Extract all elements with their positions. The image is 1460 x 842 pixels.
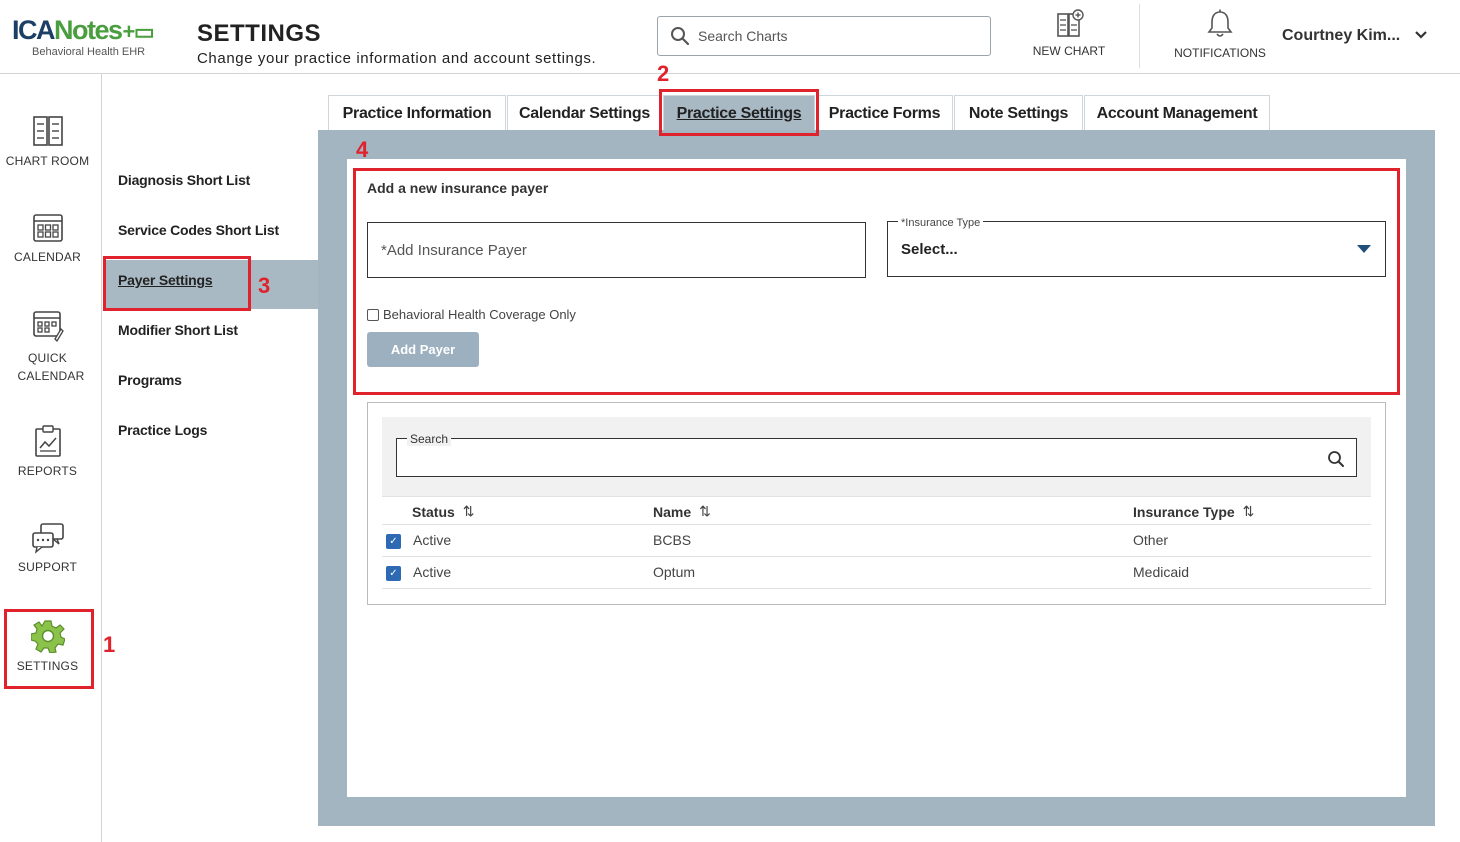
notifications-label: NOTIFICATIONS	[1174, 46, 1266, 60]
quick-calendar-icon	[32, 311, 64, 343]
app-header: ICANotes+▭ Behavioral Health EHR SETTING…	[0, 0, 1460, 74]
submenu-diagnosis-short-list[interactable]: Diagnosis Short List	[118, 172, 250, 188]
settings-submenu: Diagnosis Short List Service Codes Short…	[103, 74, 318, 842]
column-header-status[interactable]: Status ⇅	[412, 503, 475, 520]
sort-icon[interactable]: ⇅	[699, 503, 711, 520]
chevron-down-icon[interactable]	[1414, 29, 1428, 41]
logo-wordmark: ICANotes+▭	[12, 15, 155, 45]
tab-practice-forms[interactable]: Practice Forms	[816, 95, 953, 131]
header-divider	[1139, 4, 1140, 68]
search-icon	[671, 27, 690, 46]
annotation-number: 4	[356, 137, 369, 162]
notifications-button[interactable]: NOTIFICATIONS	[1170, 8, 1270, 60]
column-header-insurance-type-label: Insurance Type	[1133, 503, 1235, 520]
page-title: SETTINGS	[197, 20, 322, 47]
row-insurance-type: Other	[1133, 532, 1169, 548]
nav-support[interactable]: SUPPORT	[0, 522, 95, 574]
tab-account-management[interactable]: Account Management	[1084, 95, 1270, 131]
annotation-box-settings	[4, 609, 94, 689]
submenu-modifier-short-list[interactable]: Modifier Short List	[118, 322, 238, 338]
table-search-input[interactable]	[396, 438, 1357, 477]
annotation-number: 2	[657, 61, 670, 86]
search-icon[interactable]	[1327, 450, 1345, 468]
app-logo[interactable]: ICANotes+▭ Behavioral Health EHR	[12, 15, 155, 58]
support-icon	[31, 523, 64, 554]
submenu-programs[interactable]: Programs	[118, 372, 182, 388]
row-status: Active	[413, 532, 452, 548]
tab-calendar-settings[interactable]: Calendar Settings	[507, 95, 662, 131]
page-subtitle: Change your practice information and acc…	[197, 50, 597, 67]
submenu-practice-logs[interactable]: Practice Logs	[118, 422, 207, 438]
new-chart-button[interactable]: NEW CHART	[1030, 8, 1108, 58]
row-status: Active	[413, 564, 452, 580]
new-chart-label: NEW CHART	[1032, 44, 1106, 58]
tab-note-settings[interactable]: Note Settings	[954, 95, 1083, 131]
row-name: BCBS	[653, 532, 692, 548]
table-divider	[382, 524, 1371, 525]
reports-icon	[34, 425, 61, 457]
left-nav: CHART ROOM CALENDAR QUICK CALENDAR REPOR…	[0, 74, 102, 842]
nav-calendar-label: CALENDAR	[14, 250, 81, 264]
sort-icon[interactable]: ⇅	[1243, 503, 1255, 520]
annotation-box-practice-settings	[659, 89, 819, 136]
nav-calendar[interactable]: CALENDAR	[0, 212, 95, 264]
table-divider	[382, 588, 1371, 589]
column-header-insurance-type[interactable]: Insurance Type ⇅	[1133, 503, 1254, 520]
new-chart-icon	[1057, 9, 1084, 37]
row-name: Optum	[653, 564, 696, 580]
search-charts-placeholder: Search Charts	[698, 28, 788, 44]
nav-reports-label: REPORTS	[17, 464, 78, 478]
nav-support-label: SUPPORT	[17, 560, 78, 574]
annotation-number: 3	[258, 273, 271, 298]
nav-chart-room-label: CHART ROOM	[5, 154, 90, 168]
sort-icon[interactable]: ⇅	[463, 503, 475, 520]
submenu-service-codes-short-list[interactable]: Service Codes Short List	[118, 222, 279, 238]
table-search-label: Search	[407, 432, 452, 446]
chart-room-icon	[32, 116, 63, 146]
row-checkbox[interactable]: ✓	[386, 566, 401, 581]
logo-tagline: Behavioral Health EHR	[32, 46, 146, 58]
bell-icon	[1207, 9, 1233, 37]
annotation-number: 1	[103, 632, 116, 657]
annotation-box-add-payer-form	[353, 168, 1400, 395]
nav-reports[interactable]: REPORTS	[0, 424, 95, 478]
nav-quick-calendar[interactable]: QUICK CALENDAR	[0, 309, 95, 385]
search-charts-input[interactable]: Search Charts	[657, 16, 991, 56]
nav-quick-calendar-label: QUICK CALENDAR	[17, 351, 85, 383]
user-menu-name[interactable]: Courtney Kim...	[1282, 27, 1400, 45]
column-header-name[interactable]: Name ⇅	[653, 503, 711, 520]
row-checkbox[interactable]: ✓	[386, 534, 401, 549]
table-divider	[382, 496, 1371, 497]
calendar-icon	[32, 214, 63, 242]
column-header-status-label: Status	[412, 503, 455, 520]
annotation-box-payer-settings	[103, 256, 251, 311]
nav-chart-room[interactable]: CHART ROOM	[0, 114, 95, 168]
table-divider	[382, 556, 1371, 557]
tab-practice-information[interactable]: Practice Information	[328, 95, 506, 131]
row-insurance-type: Medicaid	[1133, 564, 1190, 580]
column-header-name-label: Name	[653, 503, 692, 520]
